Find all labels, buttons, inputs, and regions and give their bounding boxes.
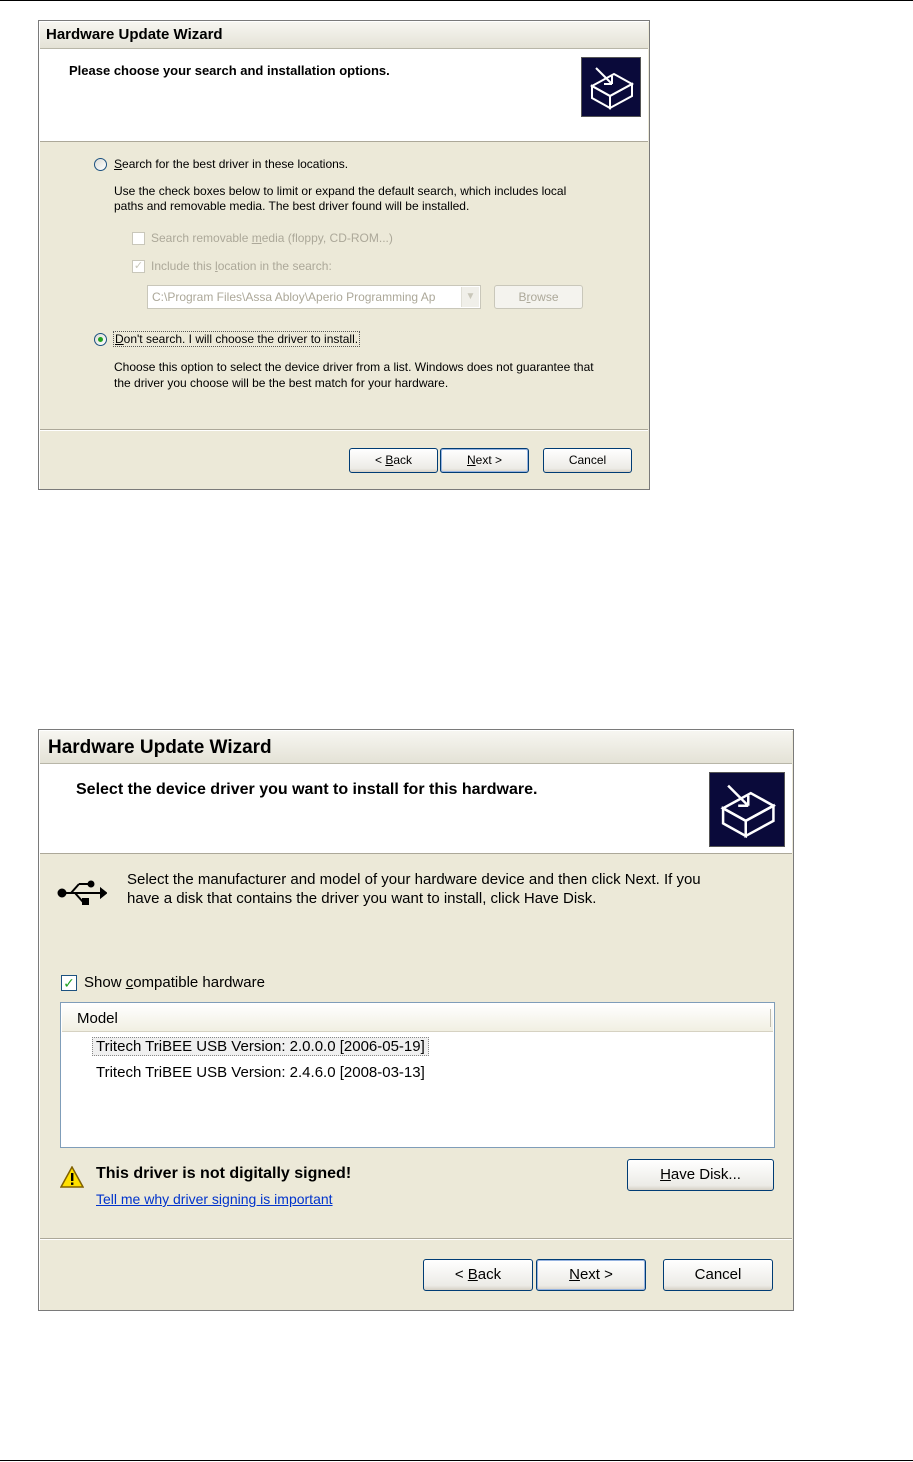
search-description-line1: Use the check boxes below to limit or ex… xyxy=(114,184,567,198)
cancel-button[interactable]: Cancel xyxy=(663,1259,773,1291)
chevron-down-icon[interactable]: ▼ xyxy=(461,287,479,307)
wizard-header: Please choose your search and installati… xyxy=(40,49,648,142)
button-area-separator xyxy=(40,1238,792,1240)
driver-signing-link[interactable]: Tell me why driver signing is important xyxy=(96,1191,333,1207)
page-bottom-rule xyxy=(0,1460,913,1461)
page-top-rule xyxy=(0,0,913,1)
back-button[interactable]: < Back xyxy=(423,1259,533,1291)
intro-text-line2: have a disk that contains the driver you… xyxy=(127,890,597,907)
model-column-label: Model xyxy=(77,1010,118,1027)
dont-search-radio[interactable] xyxy=(94,333,107,346)
model-list-item[interactable]: Tritech TriBEE USB Version: 2.4.6.0 [200… xyxy=(96,1064,425,1081)
header-title: Select the device driver you want to ins… xyxy=(76,781,538,798)
wizard-body: Search for the best driver in these loca… xyxy=(40,142,648,429)
model-list[interactable]: Model Tritech TriBEE USB Version: 2.0.0.… xyxy=(60,1002,775,1148)
dont-search-label[interactable]: Don't search. I will choose the driver t… xyxy=(113,331,361,347)
header-title: Please choose your search and installati… xyxy=(69,63,390,78)
browse-button[interactable]: Browse xyxy=(494,285,583,309)
hardware-board-icon xyxy=(709,772,785,847)
show-compatible-label[interactable]: Show compatible hardware xyxy=(84,974,265,991)
show-compatible-checkbox[interactable]: ✓ xyxy=(61,975,77,991)
search-description-line2: paths and removable media. The best driv… xyxy=(114,199,470,213)
window-title-bar: Hardware Update Wizard xyxy=(40,22,648,49)
window-title: Hardware Update Wizard xyxy=(48,737,272,758)
dont-search-description-line1: Choose this option to select the device … xyxy=(114,360,594,374)
cancel-button[interactable]: Cancel xyxy=(543,448,632,473)
warning-icon xyxy=(59,1165,85,1188)
include-location-label: Include this location in the search: xyxy=(151,259,332,273)
intro-text-line1: Select the manufacturer and model of you… xyxy=(127,871,701,888)
search-best-driver-radio[interactable] xyxy=(94,158,107,171)
unsigned-driver-warning: This driver is not digitally signed! xyxy=(96,1165,352,1182)
wizard-body: Select the manufacturer and model of you… xyxy=(40,854,792,1237)
location-value: C:\Program Files\Assa Abloy\Aperio Progr… xyxy=(152,290,436,304)
model-column-header[interactable]: Model xyxy=(62,1004,773,1032)
wizard-search-options: Hardware Update Wizard Please choose you… xyxy=(38,20,650,490)
search-best-driver-label[interactable]: Search for the best driver in these loca… xyxy=(114,157,348,171)
wizard-select-driver: Hardware Update Wizard Select the device… xyxy=(38,729,794,1311)
include-location-checkbox[interactable]: ✓ xyxy=(132,260,145,273)
window-title-bar: Hardware Update Wizard xyxy=(40,731,792,764)
removable-media-checkbox[interactable] xyxy=(132,232,145,245)
wizard-header: Select the device driver you want to ins… xyxy=(40,764,792,854)
window-title: Hardware Update Wizard xyxy=(46,26,223,43)
location-combobox[interactable]: C:\Program Files\Assa Abloy\Aperio Progr… xyxy=(147,285,481,309)
model-list-item[interactable]: Tritech TriBEE USB Version: 2.0.0.0 [200… xyxy=(92,1037,429,1056)
removable-media-label: Search removable media (floppy, CD-ROM..… xyxy=(151,231,393,245)
column-divider[interactable] xyxy=(770,1009,771,1027)
usb-icon xyxy=(57,878,108,908)
dont-search-description-line2: the driver you choose will be the best m… xyxy=(114,376,449,390)
hardware-board-icon xyxy=(581,57,641,117)
have-disk-button[interactable]: Have Disk... xyxy=(627,1159,774,1191)
back-button[interactable]: < Back xyxy=(349,448,438,473)
button-area-separator xyxy=(40,429,648,431)
next-button[interactable]: Next > xyxy=(536,1259,646,1291)
next-button[interactable]: Next > xyxy=(440,448,529,473)
